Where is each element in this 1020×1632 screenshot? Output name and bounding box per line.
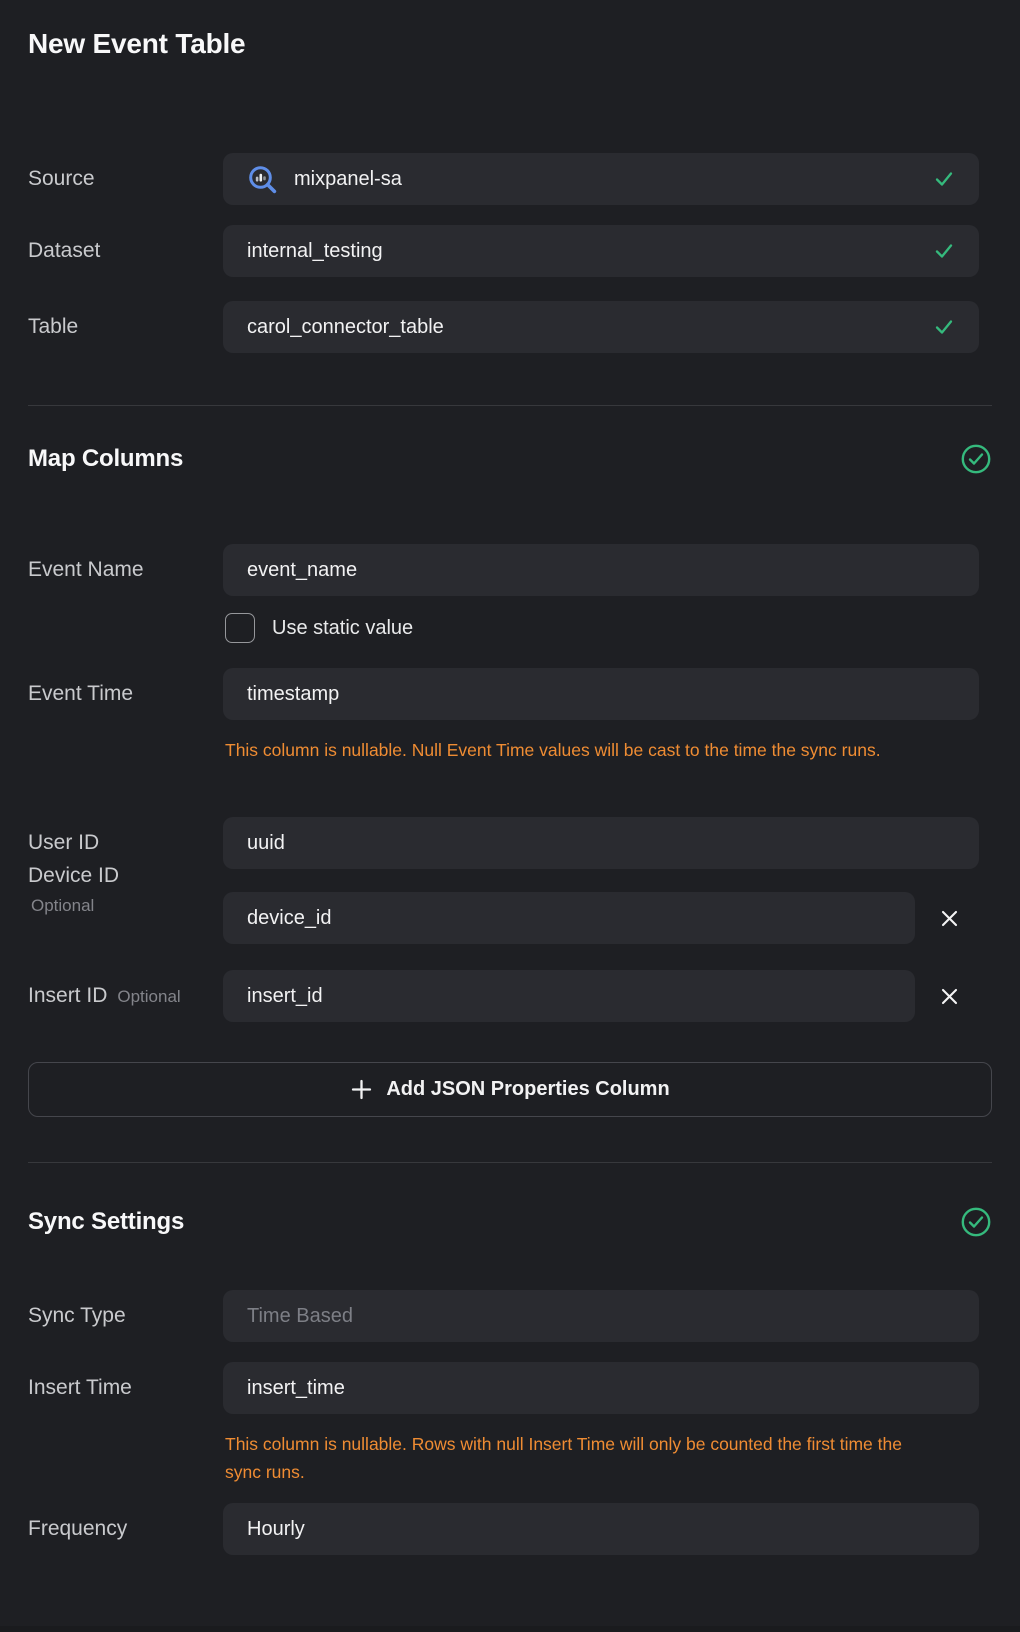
user-id-input[interactable]: uuid xyxy=(223,817,979,869)
frequency-select[interactable]: Hourly xyxy=(223,1503,979,1555)
valid-check-icon xyxy=(933,168,955,190)
insert-time-input[interactable]: insert_time xyxy=(223,1362,979,1414)
source-value: mixpanel-sa xyxy=(294,168,402,191)
map-columns-section-title: Map Columns xyxy=(28,445,183,473)
event-name-input[interactable]: event_name xyxy=(223,544,979,596)
user-id-label: User ID xyxy=(28,817,99,869)
device-id-label: Device ID xyxy=(28,864,119,888)
sync-type-label: Sync Type xyxy=(28,1290,126,1342)
section-complete-icon xyxy=(960,1206,992,1238)
add-json-properties-button[interactable]: Add JSON Properties Column xyxy=(28,1062,992,1117)
event-time-input[interactable]: timestamp xyxy=(223,668,979,720)
table-value: carol_connector_table xyxy=(247,316,444,339)
insert-id-input[interactable]: insert_id xyxy=(223,970,915,1022)
device-id-clear-button[interactable] xyxy=(934,903,964,933)
event-name-value: event_name xyxy=(247,559,357,582)
table-select[interactable]: carol_connector_table xyxy=(223,301,979,353)
dataset-value: internal_testing xyxy=(247,240,383,263)
event-name-label: Event Name xyxy=(28,544,144,596)
insert-id-clear-button[interactable] xyxy=(934,981,964,1011)
event-time-warning: This column is nullable. Null Event Time… xyxy=(225,736,925,764)
use-static-value-label: Use static value xyxy=(272,617,413,640)
valid-check-icon xyxy=(933,240,955,262)
dataset-select[interactable]: internal_testing xyxy=(223,225,979,277)
page-title: New Event Table xyxy=(28,28,245,60)
section-complete-icon xyxy=(960,443,992,475)
frequency-label: Frequency xyxy=(28,1503,127,1555)
frequency-value: Hourly xyxy=(247,1518,305,1541)
source-label: Source xyxy=(28,153,95,205)
event-time-value: timestamp xyxy=(247,683,339,706)
sync-type-value: Time Based xyxy=(247,1305,353,1328)
insert-time-label: Insert Time xyxy=(28,1362,132,1414)
dataset-label: Dataset xyxy=(28,225,100,277)
user-id-value: uuid xyxy=(247,832,285,855)
insert-time-warning: This column is nullable. Rows with null … xyxy=(225,1430,925,1486)
use-static-value-checkbox[interactable] xyxy=(225,613,255,643)
footer-edge xyxy=(0,1626,1020,1632)
plus-icon xyxy=(350,1078,373,1101)
sync-settings-section-title: Sync Settings xyxy=(28,1208,184,1236)
device-id-input[interactable]: device_id xyxy=(223,892,915,944)
event-time-label: Event Time xyxy=(28,668,133,720)
close-icon xyxy=(940,987,959,1006)
device-id-optional-label: Optional xyxy=(28,896,119,916)
table-label: Table xyxy=(28,301,78,353)
insert-id-value: insert_id xyxy=(247,985,323,1008)
insert-time-value: insert_time xyxy=(247,1377,345,1400)
section-divider xyxy=(28,405,992,406)
add-json-properties-label: Add JSON Properties Column xyxy=(386,1078,669,1101)
source-connector-icon xyxy=(247,164,278,195)
source-select[interactable]: mixpanel-sa xyxy=(223,153,979,205)
close-icon xyxy=(940,909,959,928)
insert-id-label: Insert ID xyxy=(28,984,107,1008)
sync-type-input: Time Based xyxy=(223,1290,979,1342)
section-divider xyxy=(28,1162,992,1163)
valid-check-icon xyxy=(933,316,955,338)
insert-id-optional-label: Optional xyxy=(117,987,180,1007)
device-id-value: device_id xyxy=(247,907,332,930)
